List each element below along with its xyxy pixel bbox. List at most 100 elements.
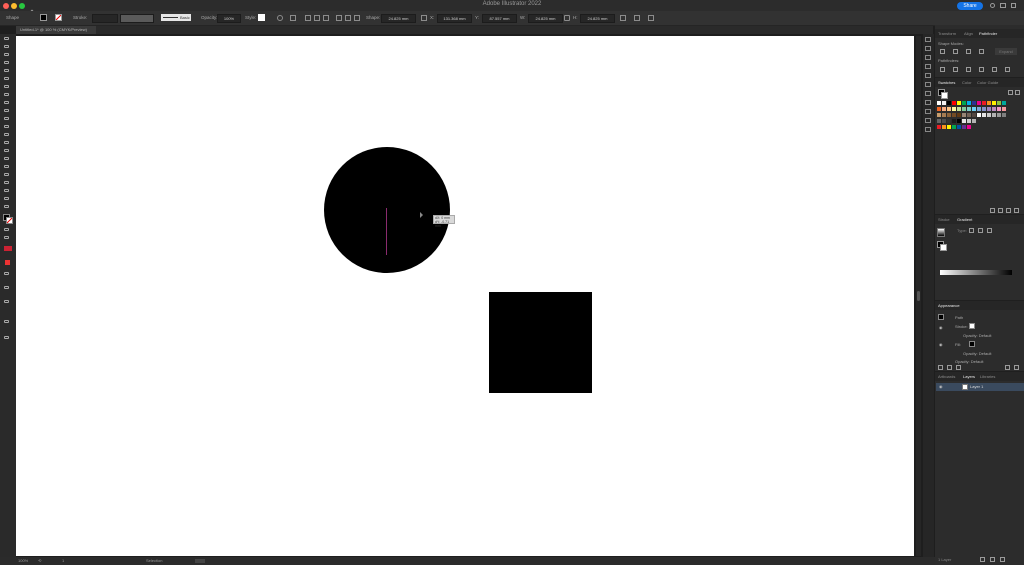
libraries-icon[interactable] (925, 46, 931, 51)
color-swatch[interactable] (957, 101, 961, 105)
curvature-tool-icon[interactable] (4, 69, 11, 74)
color-swatch[interactable] (972, 107, 976, 111)
color-swatch[interactable] (1002, 113, 1006, 117)
vertical-scrollbar[interactable] (916, 36, 921, 556)
add-effect-icon[interactable] (956, 365, 961, 370)
color-swatch[interactable] (957, 125, 961, 129)
drawing-modes-icon[interactable] (4, 228, 11, 233)
color-swatch[interactable] (997, 113, 1001, 117)
color-swatch[interactable] (947, 125, 951, 129)
gradient-stroke-indicator[interactable] (940, 244, 947, 251)
layer-visibility-icon[interactable]: ◉ (939, 383, 943, 391)
list-view-icon[interactable] (1008, 90, 1013, 95)
magic-wand-tool-icon[interactable] (4, 53, 11, 58)
unite-icon[interactable] (940, 49, 945, 54)
link-icon[interactable] (564, 15, 570, 21)
brushes-icon[interactable] (925, 55, 931, 60)
add-fill-icon[interactable] (947, 365, 952, 370)
align-left-icon[interactable] (305, 15, 311, 21)
outline-icon[interactable] (992, 67, 997, 72)
eraser-tool-icon[interactable] (4, 125, 11, 130)
freeform-gradient-icon[interactable] (987, 228, 992, 233)
color-swatch[interactable] (997, 101, 1001, 105)
eyedropper-tool-icon[interactable] (4, 181, 11, 186)
selection-tool-icon[interactable] (4, 37, 11, 42)
tab-color-guide[interactable]: Color Guide (977, 78, 998, 87)
delete-item-icon[interactable] (1014, 365, 1019, 370)
color-swatch[interactable] (967, 125, 971, 129)
align-top-icon[interactable] (336, 15, 342, 21)
new-swatch-icon[interactable] (1006, 208, 1011, 213)
tab-libraries[interactable]: Libraries (980, 372, 995, 381)
gradient-slider-bar[interactable] (940, 270, 1012, 275)
color-swatch[interactable] (942, 101, 946, 105)
recolor-icon[interactable] (277, 15, 283, 21)
selected-path-line[interactable] (386, 208, 387, 255)
type-tool-icon[interactable] (4, 85, 11, 90)
color-swatch[interactable] (982, 113, 986, 117)
color-swatch[interactable] (952, 119, 956, 123)
properties-icon[interactable] (925, 37, 931, 42)
color-swatch[interactable] (982, 107, 986, 111)
color-swatch[interactable] (987, 107, 991, 111)
color-swatch[interactable] (952, 125, 956, 129)
color-swatch[interactable] (967, 119, 971, 123)
new-sublayer-icon[interactable] (980, 557, 985, 562)
vertical-scroll-thumb[interactable] (917, 291, 920, 301)
toolbar-stroke-swatch[interactable] (6, 217, 13, 224)
divide-icon[interactable] (940, 67, 945, 72)
swatches-stroke-indicator[interactable] (941, 92, 948, 99)
direct-selection-tool-icon[interactable] (4, 45, 11, 50)
corner-radius-field[interactable]: 24.825 mm (381, 14, 416, 23)
color-swatch[interactable] (947, 101, 951, 105)
record-button[interactable] (5, 260, 10, 265)
width-tool-icon[interactable] (4, 149, 11, 154)
line-tool-icon[interactable] (4, 93, 11, 98)
delete-swatch-icon[interactable] (1014, 208, 1019, 213)
color-swatch[interactable] (937, 101, 941, 105)
crop-icon[interactable] (979, 67, 984, 72)
workspace-icon[interactable] (1000, 3, 1006, 8)
color-swatch[interactable] (967, 101, 971, 105)
graphic-style-swatch[interactable] (258, 14, 265, 21)
color-swatch[interactable] (997, 107, 1001, 111)
color-swatch[interactable] (937, 113, 941, 117)
camera-icon[interactable] (4, 336, 11, 341)
color-swatch[interactable] (972, 113, 976, 117)
color-swatch[interactable] (972, 101, 976, 105)
stroke-swatch[interactable] (55, 14, 62, 21)
pause-icon[interactable] (4, 286, 11, 291)
color-swatch[interactable] (1002, 101, 1006, 105)
tab-artboards[interactable]: Artboards (938, 372, 955, 381)
paragraph-icon[interactable] (925, 118, 931, 123)
stroke-weight-field[interactable] (92, 14, 118, 23)
brush-definition-dropdown[interactable]: Basic (161, 14, 191, 21)
color-swatch[interactable] (977, 113, 981, 117)
color-swatch[interactable] (967, 107, 971, 111)
color-swatch[interactable] (992, 101, 996, 105)
color-swatch[interactable] (977, 101, 981, 105)
edit-toolbar-icon[interactable] (4, 320, 11, 325)
pen-tool-icon[interactable] (4, 61, 11, 66)
color-swatch[interactable] (972, 119, 976, 123)
color-swatch[interactable] (982, 101, 986, 105)
tab-pathfinder[interactable]: Pathfinder (979, 29, 997, 38)
color-swatch[interactable] (962, 101, 966, 105)
color-guide-icon[interactable] (925, 82, 931, 87)
color-swatch[interactable] (937, 119, 941, 123)
appearance-fill-swatch[interactable] (969, 341, 975, 347)
align-bottom-icon[interactable] (354, 15, 360, 21)
align-center-icon[interactable] (314, 15, 320, 21)
transparency-icon[interactable] (925, 91, 931, 96)
comments-icon[interactable] (925, 127, 931, 132)
character-icon[interactable] (925, 109, 931, 114)
tab-swatches[interactable]: Swatches (938, 78, 955, 87)
square-shape[interactable] (489, 292, 592, 393)
more-options-icon[interactable] (648, 15, 654, 21)
circle-shape[interactable] (324, 147, 450, 273)
color-swatch[interactable] (942, 113, 946, 117)
layer-row[interactable]: ◉ Layer 1 (936, 383, 1024, 391)
symbols-icon[interactable] (925, 64, 931, 69)
color-swatch[interactable] (942, 107, 946, 111)
duplicate-item-icon[interactable] (1005, 365, 1010, 370)
